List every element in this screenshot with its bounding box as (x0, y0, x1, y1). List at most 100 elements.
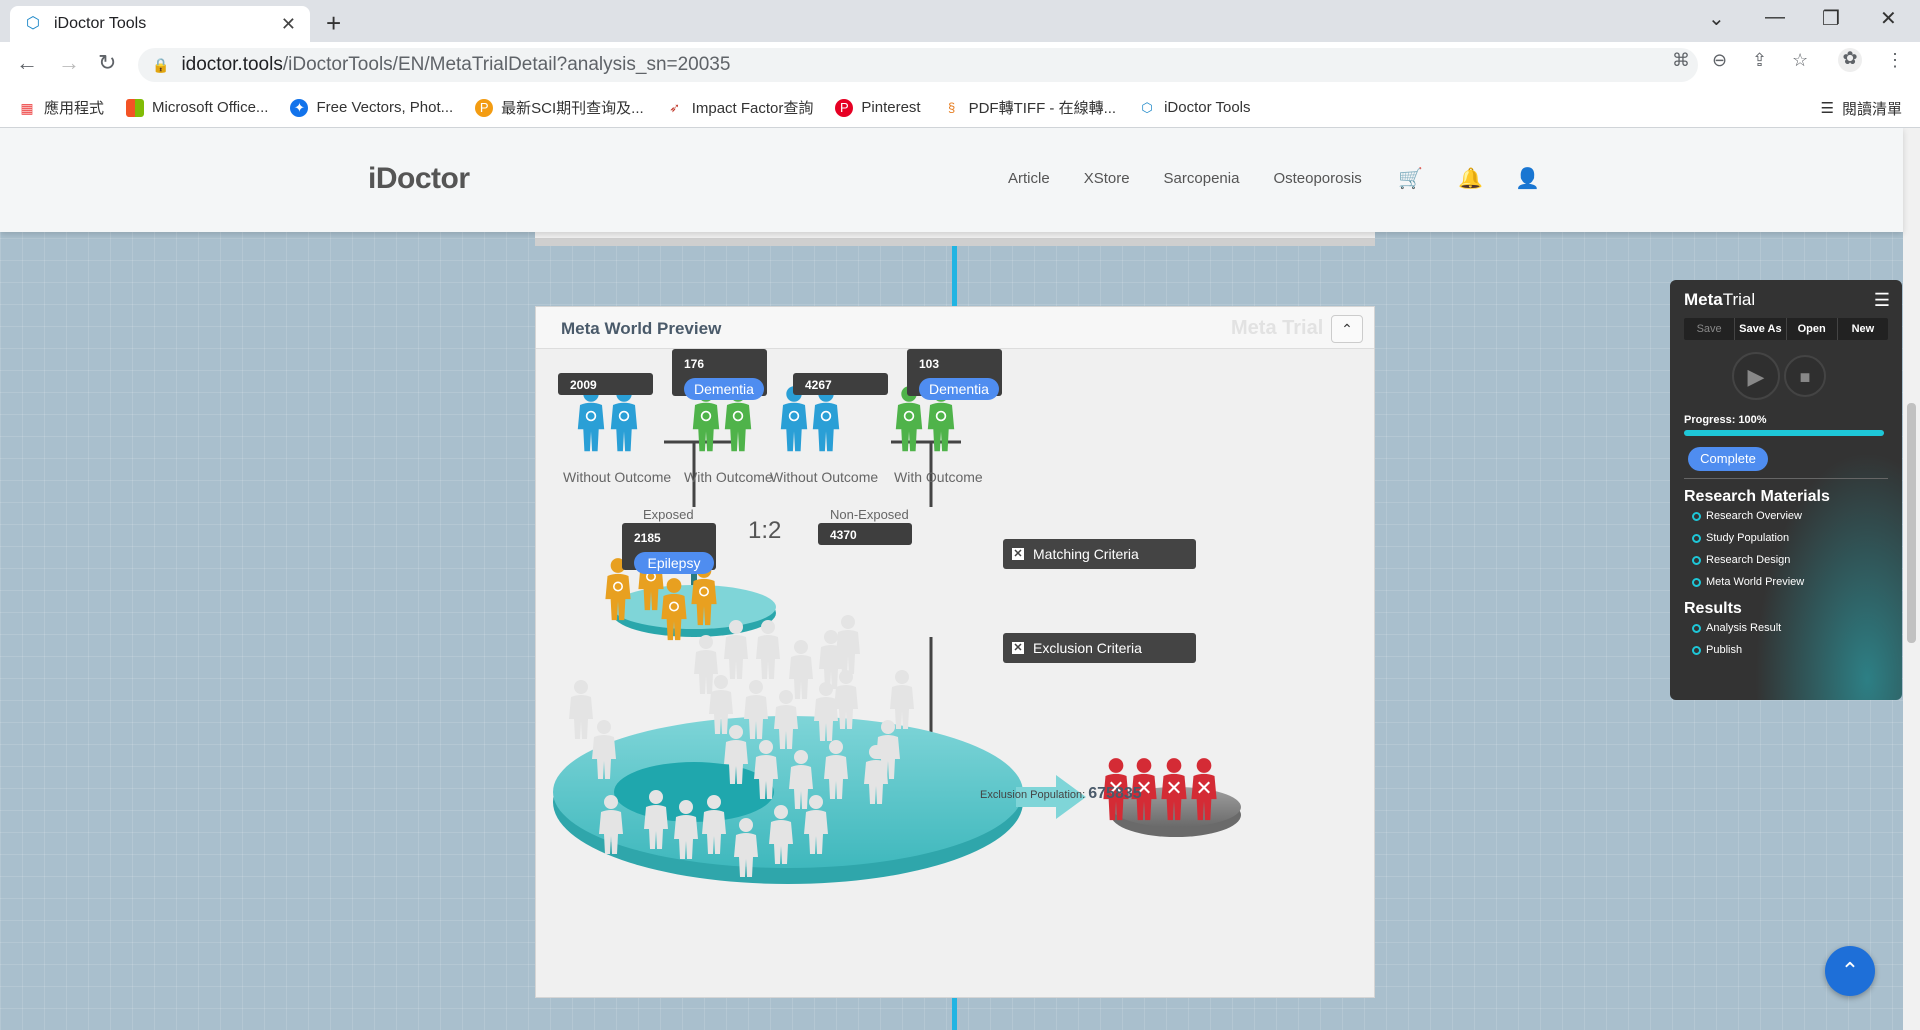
bookmark-label: 最新SCI期刊查询及... (501, 100, 644, 117)
nonexposed-with-count-box: 103 Dementia (907, 349, 1002, 400)
address-bar[interactable]: 🔒 idoctor.tools/iDoctorTools/EN/MetaTria… (138, 48, 1698, 82)
close-square-icon: ✕ (1012, 548, 1024, 560)
hamburger-menu-icon[interactable]: ☰ (1874, 290, 1890, 311)
close-tab-icon[interactable]: ✕ (281, 14, 296, 35)
disk-hole (614, 762, 774, 822)
circle-icon (1692, 623, 1701, 633)
scroll-to-top-button[interactable]: ⌃ (1825, 946, 1875, 996)
exposure-pill[interactable]: Epilepsy (634, 552, 714, 574)
menu-item-research-overview[interactable]: Research Overview (1692, 510, 1802, 522)
menu-item-label: Research Overview (1706, 510, 1802, 522)
results-heading: Results (1684, 600, 1742, 617)
nav-article[interactable]: Article (1008, 170, 1050, 187)
bookmark-idoctor[interactable]: ⬡ iDoctor Tools (1138, 99, 1250, 117)
tab-search-icon[interactable]: ⌄ (1708, 6, 1725, 31)
profile-avatar-icon[interactable]: ✿ (1838, 48, 1862, 72)
url-path: /iDoctorTools/EN/MetaTrialDetail?analysi… (282, 54, 731, 75)
user-icon[interactable]: 👤 (1515, 166, 1540, 191)
menu-item-label: Research Design (1706, 554, 1791, 566)
panel-title: MetaTrial (1684, 290, 1755, 310)
reload-icon[interactable]: ↻ (98, 50, 116, 76)
nav-osteoporosis[interactable]: Osteoporosis (1273, 170, 1361, 187)
restore-icon[interactable]: ❐ (1822, 6, 1840, 31)
forward-icon[interactable]: → (58, 50, 80, 76)
bookmark-sci[interactable]: P 最新SCI期刊查询及... (475, 97, 644, 118)
menu-item-study-population[interactable]: Study Population (1692, 532, 1789, 544)
main-nav: Article XStore Sarcopenia Osteoporosis (1008, 170, 1362, 187)
more-menu-icon[interactable]: ⋮ (1886, 50, 1904, 71)
bookmark-pdf[interactable]: § PDF轉TIFF - 在線轉... (943, 97, 1116, 118)
bookmark-label: Free Vectors, Phot... (316, 99, 454, 116)
window-close-icon[interactable]: ✕ (1880, 6, 1897, 31)
open-button[interactable]: Open (1787, 318, 1838, 340)
minimize-icon[interactable]: — (1765, 6, 1785, 29)
bookmark-label: Microsoft Office... (152, 99, 269, 116)
blue-person-icon (812, 386, 840, 452)
lock-icon: 🔒 (152, 56, 170, 73)
research-materials-heading: Research Materials (1684, 488, 1830, 505)
bookmark-pinterest[interactable]: P Pinterest (835, 98, 921, 117)
person-count: 2009 (570, 378, 597, 392)
idoctor-favicon-icon: ⬡ (26, 15, 40, 32)
blue-person-icon (610, 386, 638, 452)
stop-icon[interactable]: ■ (1784, 355, 1826, 397)
outcome-pill[interactable]: Dementia (684, 378, 764, 400)
nonexposed-with-label: With Outcome (894, 469, 983, 485)
menu-item-meta-world-preview[interactable]: Meta World Preview (1692, 576, 1804, 588)
pinterest-icon: P (835, 98, 854, 117)
menu-item-label: Meta World Preview (1706, 576, 1805, 588)
nav-xstore[interactable]: XStore (1084, 170, 1130, 187)
outcome-pill[interactable]: Dementia (919, 378, 999, 400)
bookmark-label: Pinterest (861, 99, 921, 116)
url-text: idoctor.tools/iDoctorTools/EN/MetaTrialD… (181, 54, 730, 76)
menu-item-publish[interactable]: Publish (1692, 644, 1742, 656)
toolbar: ← → ↻ 🔒 idoctor.tools/iDoctorTools/EN/Me… (0, 42, 1920, 88)
bookmark-label: 應用程式 (44, 100, 105, 117)
bookmark-freepik[interactable]: ✦ Free Vectors, Phot... (290, 98, 454, 117)
meta-world-illustration (553, 386, 1241, 884)
menu-item-analysis-result[interactable]: Analysis Result (1692, 622, 1781, 634)
menu-item-research-design[interactable]: Research Design (1692, 554, 1790, 566)
new-button[interactable]: New (1838, 318, 1888, 340)
matching-criteria-button[interactable]: ✕ Matching Criteria (1003, 539, 1196, 569)
save-button[interactable]: Save (1684, 318, 1736, 340)
exposed-without-count-box: 2009 (558, 373, 653, 395)
cart-icon[interactable]: 🛒 (1398, 166, 1423, 191)
person-count: 2185 (634, 531, 661, 545)
menu-item-label: Analysis Result (1706, 622, 1782, 634)
browser-tab[interactable]: ⬡ iDoctor Tools ✕ (10, 6, 310, 42)
reading-list[interactable]: ☰ 閱讀清單 (1821, 88, 1902, 128)
new-tab-icon[interactable]: + (326, 8, 341, 39)
circle-icon (1692, 555, 1701, 565)
page-scrollbar[interactable] (1903, 128, 1920, 1030)
zoom-icon[interactable]: ⊖ (1712, 50, 1727, 71)
status-badge[interactable]: Complete (1688, 447, 1768, 471)
exposed-without-label: Without Outcome (563, 469, 672, 485)
save-as-button[interactable]: Save As (1735, 318, 1787, 340)
bookmark-apps[interactable]: ▦ 應用程式 (18, 97, 104, 118)
bookmark-impact[interactable]: ➶ Impact Factor查詢 (666, 97, 813, 118)
menu-item-label: Publish (1706, 644, 1743, 656)
bookmark-star-icon[interactable]: ☆ (1792, 50, 1808, 71)
tab-title: iDoctor Tools (54, 15, 147, 32)
site-logo[interactable]: iDoctor (368, 162, 470, 196)
scrollbar-thumb[interactable] (1907, 403, 1916, 643)
exclusion-criteria-button[interactable]: ✕ Exclusion Criteria (1003, 633, 1196, 663)
bookmark-microsoft[interactable]: Microsoft Office... (126, 98, 269, 117)
share-icon[interactable]: ⇪ (1752, 50, 1767, 71)
bell-icon[interactable]: 🔔 (1458, 166, 1483, 191)
exclusion-population: Exclusion Population: 675835 (980, 785, 1142, 803)
back-icon[interactable]: ← (16, 50, 38, 76)
bookmarks-bar: ▦ 應用程式 Microsoft Office... ✦ Free Vectors,… (0, 88, 1920, 128)
nav-sarcopenia[interactable]: Sarcopenia (1164, 170, 1240, 187)
divider (1684, 478, 1888, 479)
person-count: 4267 (805, 378, 832, 392)
play-icon[interactable]: ▶ (1732, 352, 1780, 400)
circle-icon (1692, 511, 1701, 521)
panel-button-group: Save Save As Open New (1684, 318, 1888, 340)
circle-icon (1692, 533, 1701, 543)
nonexposed-without-count-box: 4267 (793, 373, 888, 395)
panel-title-bold: Meta (1684, 290, 1723, 309)
reading-list-icon: ☰ (1820, 100, 1834, 117)
translate-icon[interactable]: ⌘ (1672, 50, 1690, 71)
